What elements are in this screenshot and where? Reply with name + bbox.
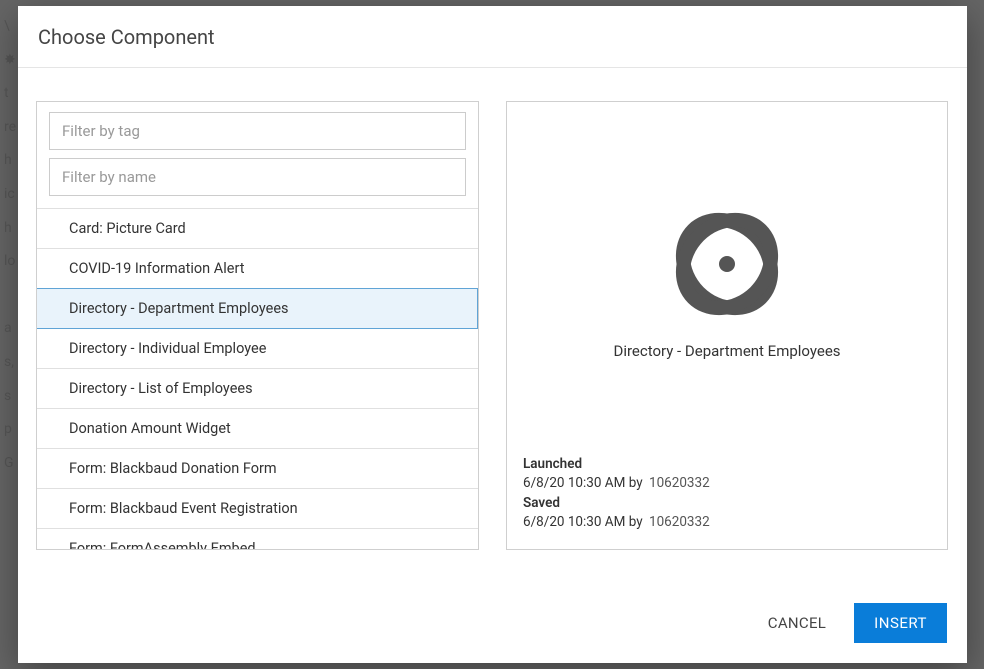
component-metadata: Launched 6/8/20 10:30 AM by 10620332 Sav… [523, 455, 931, 533]
dialog-body: Card: Picture CardCOVID-19 Information A… [18, 68, 967, 585]
filter-by-tag-input[interactable] [49, 112, 466, 150]
saved-label: Saved [523, 494, 931, 514]
component-list-panel: Card: Picture CardCOVID-19 Information A… [36, 101, 479, 550]
preview-title: Directory - Department Employees [613, 342, 840, 360]
atom-icon [675, 212, 779, 316]
launched-label: Launched [523, 455, 931, 475]
component-list[interactable]: Card: Picture CardCOVID-19 Information A… [37, 208, 478, 549]
preview-area: Directory - Department Employees [523, 118, 931, 455]
filter-by-name-input[interactable] [49, 158, 466, 196]
launched-user: 10620332 [649, 474, 710, 494]
insert-button[interactable]: INSERT [854, 603, 947, 643]
list-item[interactable]: Directory - Department Employees [37, 288, 478, 329]
saved-user: 10620332 [649, 513, 710, 533]
dialog-footer: CANCEL INSERT [18, 585, 967, 663]
dialog-title: Choose Component [38, 25, 947, 49]
list-item[interactable]: Card: Picture Card [37, 209, 478, 249]
preview-panel: Directory - Department Employees Launche… [506, 101, 948, 550]
saved-timestamp: 6/8/20 10:30 AM by [523, 513, 649, 533]
list-item[interactable]: COVID-19 Information Alert [37, 249, 478, 289]
list-item[interactable]: Form: FormAssembly Embed [37, 529, 478, 549]
filter-container [37, 102, 478, 208]
list-item[interactable]: Donation Amount Widget [37, 409, 478, 449]
list-item[interactable]: Directory - Individual Employee [37, 329, 478, 369]
list-item[interactable]: Directory - List of Employees [37, 369, 478, 409]
list-item[interactable]: Form: Blackbaud Event Registration [37, 489, 478, 529]
choose-component-dialog: Choose Component Card: Picture CardCOVID… [18, 6, 967, 663]
list-item[interactable]: Form: Blackbaud Donation Form [37, 449, 478, 489]
launched-timestamp: 6/8/20 10:30 AM by [523, 474, 649, 494]
cancel-button[interactable]: CANCEL [764, 606, 830, 640]
dialog-header: Choose Component [18, 6, 967, 68]
